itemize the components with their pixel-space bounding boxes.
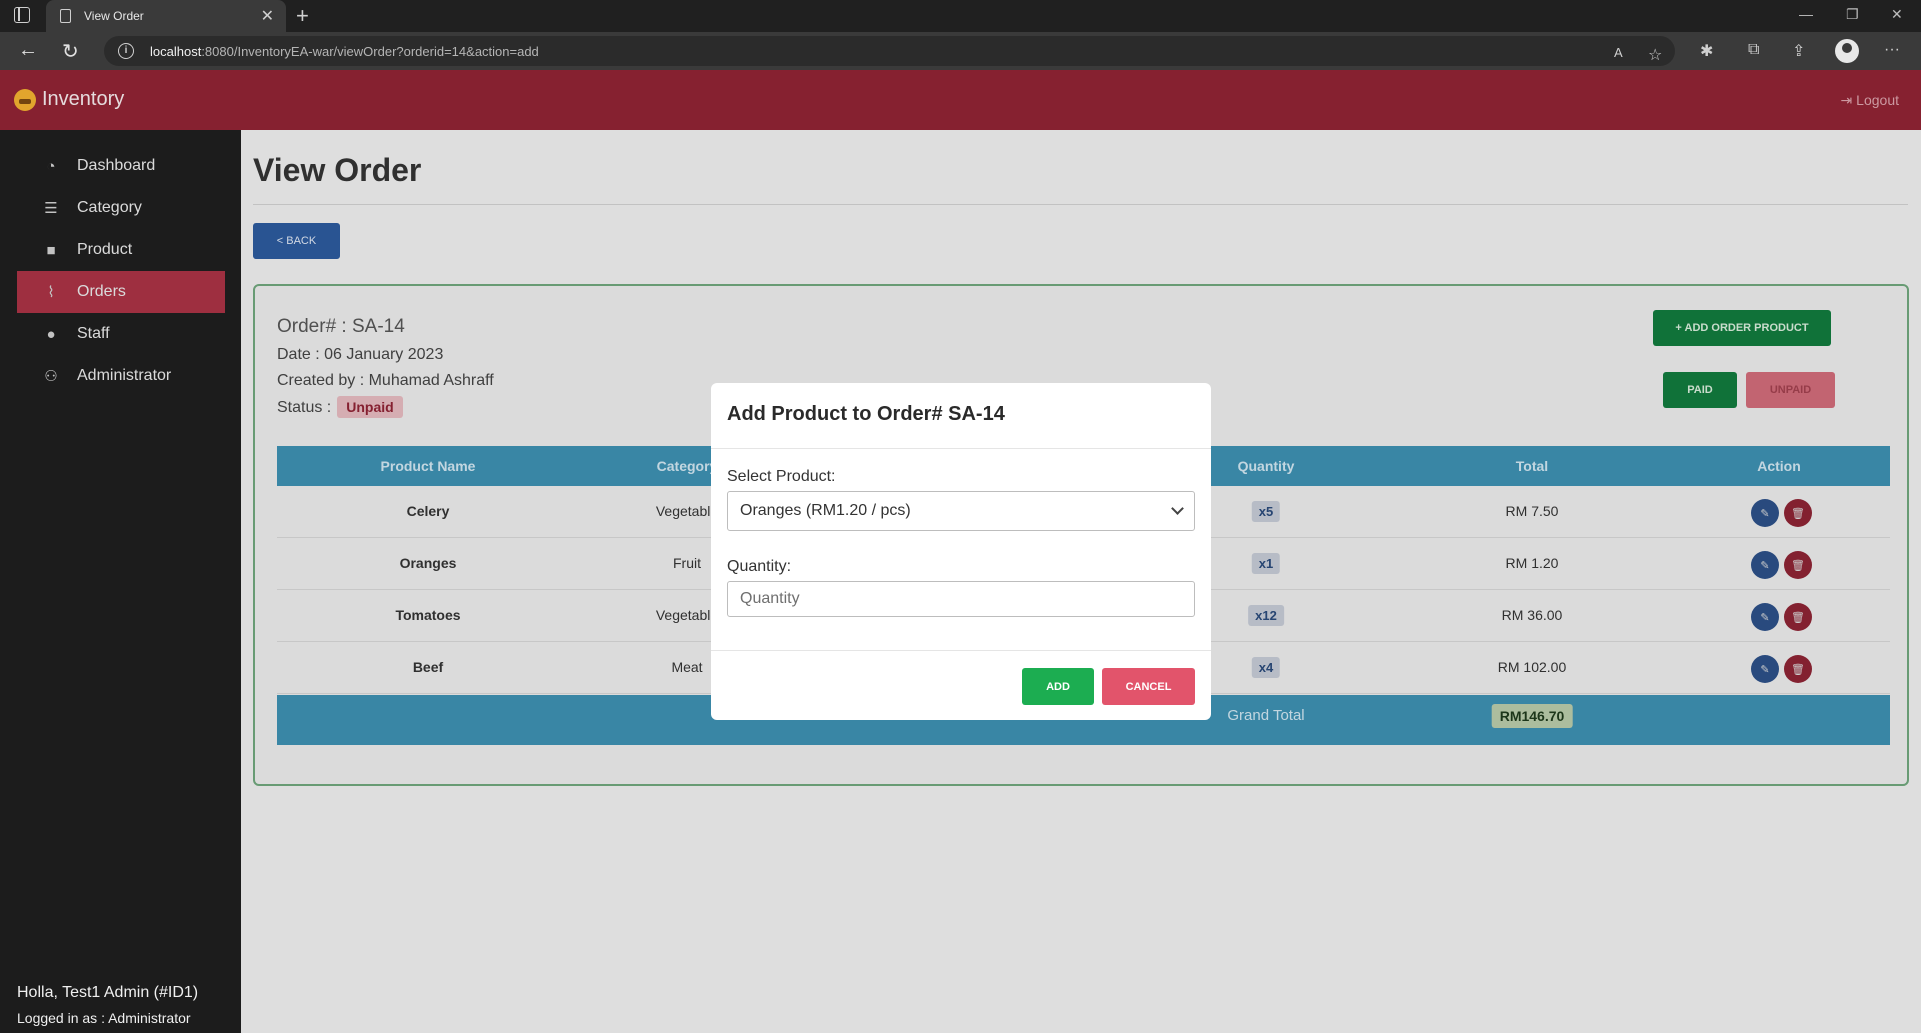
close-tab-icon[interactable]: ✕ — [261, 6, 274, 26]
site-info-icon[interactable]: i — [118, 43, 134, 59]
modal-title: Add Product to Order# SA-14 — [727, 403, 1005, 425]
url-field[interactable]: i localhost:8080/InventoryEA-war/viewOrd… — [104, 36, 1675, 66]
browser-tab-bar: View Order ✕ + — ❐ ✕ — [0, 0, 1921, 32]
add-product-modal: Add Product to Order# SA-14 Select Produ… — [711, 383, 1211, 720]
share-icon[interactable]: ⇪ — [1792, 41, 1805, 61]
add-button[interactable]: ADD — [1022, 668, 1094, 705]
quantity-input[interactable] — [727, 581, 1195, 617]
collections-icon[interactable]: ⧉ — [1748, 41, 1759, 59]
address-bar-row: ← ↻ i localhost:8080/InventoryEA-war/vie… — [0, 32, 1921, 70]
read-aloud-icon[interactable]: A — [1614, 45, 1623, 60]
modal-divider — [711, 448, 1211, 449]
new-tab-icon[interactable]: + — [296, 3, 309, 29]
minimize-icon[interactable]: — — [1799, 6, 1813, 22]
extensions-icon[interactable]: ✱ — [1700, 41, 1713, 61]
favorite-star-icon[interactable]: ☆ — [1648, 45, 1662, 65]
product-select-value: Oranges (RM1.20 / pcs) — [740, 502, 911, 519]
url-text: localhost:8080/InventoryEA-war/viewOrder… — [150, 44, 539, 59]
close-window-icon[interactable]: ✕ — [1891, 6, 1903, 23]
chevron-down-icon — [1171, 502, 1184, 515]
cancel-button[interactable]: CANCEL — [1102, 668, 1195, 705]
tab-title: View Order — [84, 9, 144, 23]
select-product-label: Select Product: — [727, 468, 836, 485]
quantity-label: Quantity: — [727, 558, 792, 575]
more-menu-icon[interactable]: ··· — [1884, 41, 1900, 59]
back-arrow-icon[interactable]: ← — [18, 39, 38, 62]
page-icon — [60, 9, 71, 23]
modal-footer-divider — [711, 650, 1211, 651]
product-select[interactable]: Oranges (RM1.20 / pcs) — [727, 491, 1195, 531]
tab-actions-icon[interactable] — [14, 7, 30, 23]
restore-icon[interactable]: ❐ — [1846, 6, 1859, 23]
profile-avatar[interactable] — [1835, 39, 1859, 63]
refresh-icon[interactable]: ↻ — [62, 39, 79, 64]
browser-tab[interactable]: View Order ✕ — [46, 0, 286, 32]
